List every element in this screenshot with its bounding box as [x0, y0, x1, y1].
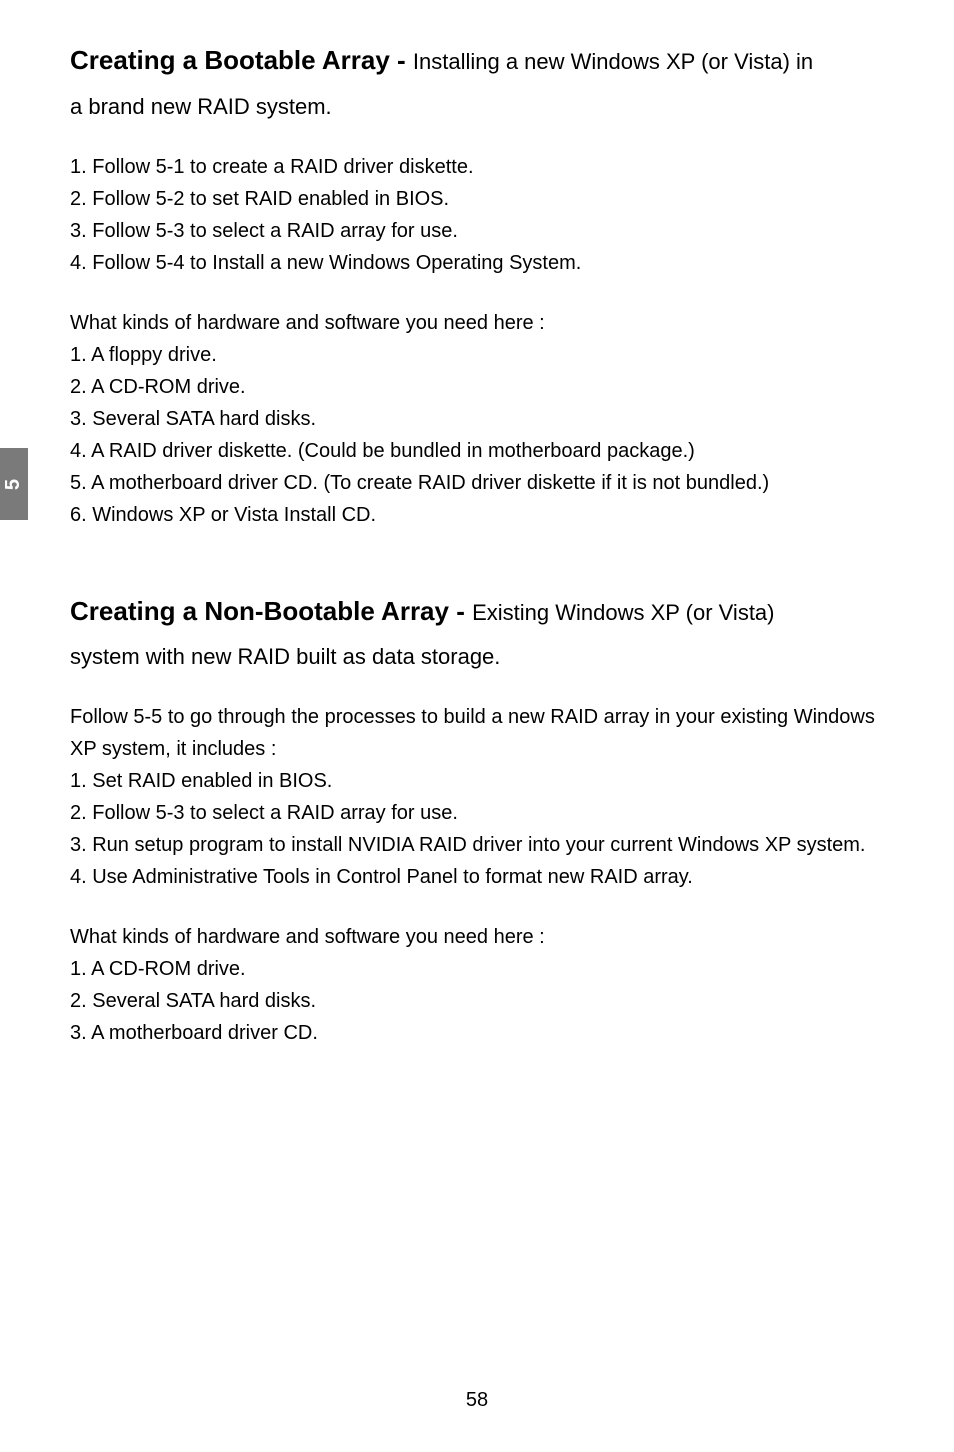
section2-step-2: 2. Follow 5-3 to select a RAID array for…: [70, 797, 884, 829]
section1-need-6: 6. Windows XP or Vista Install CD.: [70, 499, 884, 531]
section2-step-4: 4. Use Administrative Tools in Control P…: [70, 861, 884, 893]
section2-heading-line2: system with new RAID built as data stora…: [70, 640, 884, 673]
page-number: 58: [0, 1389, 954, 1412]
section2-need-3: 3. A motherboard driver CD.: [70, 1017, 884, 1049]
section2-needs-heading: What kinds of hardware and software you …: [70, 921, 884, 953]
section1-heading-line2: a brand new RAID system.: [70, 90, 884, 123]
section2-step-3: 3. Run setup program to install NVIDIA R…: [70, 829, 884, 861]
section2-heading-regular: Existing Windows XP (or Vista): [472, 600, 774, 625]
section1-needs-heading: What kinds of hardware and software you …: [70, 307, 884, 339]
section1-heading-regular: Installing a new Windows XP (or Vista) i…: [413, 49, 813, 74]
section1-step-2: 2. Follow 5-2 to set RAID enabled in BIO…: [70, 183, 884, 215]
section1-need-5: 5. A motherboard driver CD. (To create R…: [70, 467, 884, 499]
section1-need-1: 1. A floppy drive.: [70, 339, 884, 371]
section1-need-2: 2. A CD-ROM drive.: [70, 371, 884, 403]
chapter-tab: 5: [0, 448, 28, 520]
section2-heading: Creating a Non-Bootable Array - Existing…: [70, 591, 884, 633]
section1-heading: Creating a Bootable Array - Installing a…: [70, 40, 884, 82]
chapter-tab-label: 5: [3, 478, 26, 489]
section2-intro: Follow 5-5 to go through the processes t…: [70, 701, 884, 765]
section2-need-1: 1. A CD-ROM drive.: [70, 953, 884, 985]
section1-step-3: 3. Follow 5-3 to select a RAID array for…: [70, 215, 884, 247]
section2-need-2: 2. Several SATA hard disks.: [70, 985, 884, 1017]
section2-heading-bold: Creating a Non-Bootable Array -: [70, 596, 472, 626]
section1-heading-bold: Creating a Bootable Array -: [70, 45, 413, 75]
section2-step-1: 1. Set RAID enabled in BIOS.: [70, 765, 884, 797]
section1-step-1: 1. Follow 5-1 to create a RAID driver di…: [70, 151, 884, 183]
page-content: Creating a Bootable Array - Installing a…: [0, 0, 954, 1089]
section1-step-4: 4. Follow 5-4 to Install a new Windows O…: [70, 247, 884, 279]
section1-need-3: 3. Several SATA hard disks.: [70, 403, 884, 435]
section1-need-4: 4. A RAID driver diskette. (Could be bun…: [70, 435, 884, 467]
